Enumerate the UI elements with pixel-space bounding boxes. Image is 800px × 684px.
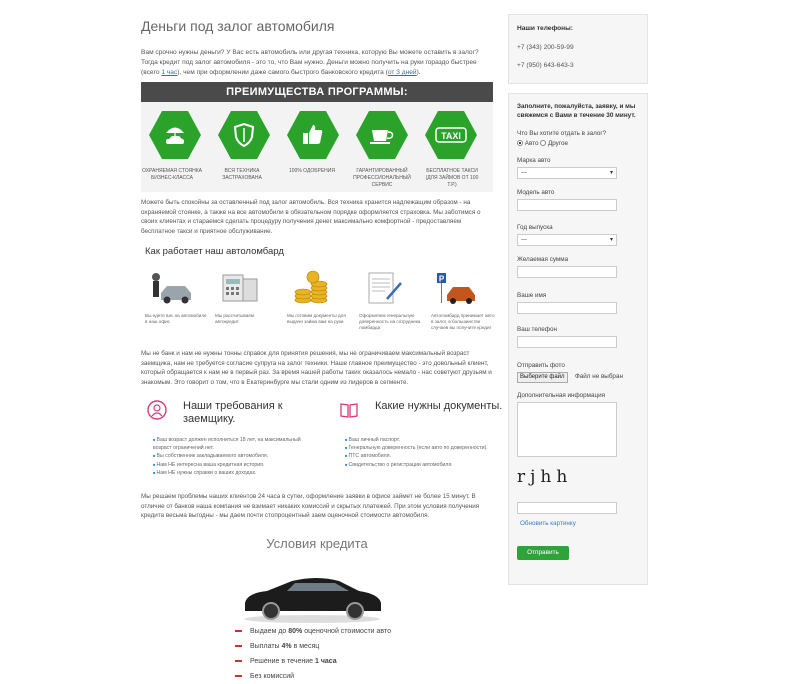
intro-part-3: ). <box>416 69 421 76</box>
how-it-works-steps: Вы едете вас на автомобиле в наш офис Мы… <box>141 269 495 339</box>
step-item: P Автоломбард принимает авто в залог, в … <box>427 269 495 331</box>
name-label: Ваше имя <box>517 292 547 299</box>
brand-label: Марка авто <box>517 157 551 164</box>
pledge-question-label: Что Вы хотите отдать в залог? <box>517 130 607 137</box>
calculator-icon <box>217 269 263 307</box>
pledge-options: Авто Другое <box>517 140 568 147</box>
documents-title: Какие нужны документы. <box>375 400 503 412</box>
radio-auto-label: Авто <box>524 140 539 147</box>
request-form: Заполните, пожалуйста, заявку, и мы свяж… <box>508 93 648 585</box>
intro-part-2: ), чем при оформлении даже самого быстро… <box>177 69 388 76</box>
condition-item: Выплаты 4% в месяц <box>235 639 391 654</box>
list-item: Ваш личный паспорт. <box>345 436 488 444</box>
chevron-down-icon: ▾ <box>609 237 613 243</box>
step-item: Мы рассчитываем автокредит <box>211 269 279 325</box>
quick-paragraph: Мы решаем проблемы наших клиентов 24 час… <box>141 493 480 519</box>
car-owner-icon <box>147 269 193 307</box>
brand-select[interactable]: --- ▾ <box>517 167 617 179</box>
captcha-input[interactable] <box>517 502 617 514</box>
year-label: Год выпуска <box>517 224 553 231</box>
car-image <box>237 569 387 624</box>
phone-number[interactable]: +7 (343) 200-59-99 <box>517 44 639 51</box>
conditions-list: Выдаем до 80% оценочной стоимости авто В… <box>235 624 391 684</box>
step-caption: Автоломбард принимает авто в залог, в бо… <box>431 313 495 330</box>
condition-item: Выдаем до 80% оценочной стоимости авто <box>235 624 391 639</box>
phone-input[interactable] <box>517 336 617 348</box>
sum-input[interactable] <box>517 266 617 278</box>
captcha-image: rjhh <box>517 467 573 487</box>
choose-file-button[interactable]: Выберите файл <box>517 372 568 383</box>
advantage-caption: ОХРАНЯЕМАЯ СТОЯНКА БИЗНЕС-КЛАССА <box>142 168 202 181</box>
how-it-works-title: Как работает наш автоломбард <box>145 246 284 257</box>
phones-title: Наши телефоны: <box>517 25 573 32</box>
list-item: Ваш возраст должен исполниться 18 лет, н… <box>153 436 317 452</box>
refresh-captcha-link[interactable]: Обновить картинку <box>520 520 576 527</box>
parking-icon: P <box>433 269 479 307</box>
taxi-label: TAXI <box>441 131 461 141</box>
coffee-cup-icon <box>356 111 408 159</box>
list-item: Нам НЕ интересна ваша кредитная история. <box>153 461 317 469</box>
list-item: Вы собственник закладываемого автомобиля… <box>153 452 317 460</box>
list-item: Свидетельство о регистрации автомобиля. <box>345 461 488 469</box>
chevron-down-icon: ▾ <box>609 170 613 176</box>
intro-link-hour[interactable]: 1 час <box>161 69 177 76</box>
person-icon <box>147 400 167 420</box>
list-item: Генеральную доверенность (если авто по д… <box>345 444 488 452</box>
bank-paragraph: Мы не банк и нам не нужны тонны справок … <box>141 350 492 386</box>
list-item: Нам НЕ нужны справки о ваших доходах. <box>153 469 317 477</box>
phone-number[interactable]: +7 (950) 643-643-3 <box>517 62 639 69</box>
safety-paragraph: Можете быть спокойны за оставленный под … <box>141 199 481 235</box>
name-input[interactable] <box>517 302 617 314</box>
main-content: Деньги под залог автомобиля Вам срочно н… <box>141 14 502 680</box>
advantages-heading: ПРЕИМУЩЕСТВА ПРОГРАММЫ: <box>141 82 493 102</box>
conditions-title: Условия кредита <box>266 536 368 551</box>
radio-other-label: Другое <box>547 140 568 147</box>
advantages-banner: ПРЕИМУЩЕСТВА ПРОГРАММЫ: TAXI ОХРАНЯЕМАЯ … <box>141 82 493 192</box>
page-title: Деньги под залог автомобиля <box>141 18 335 34</box>
advantage-caption: ВСЯ ТЕХНИКА ЗАСТРАХОВАНА <box>222 168 262 181</box>
step-caption: Мы рассчитываем автокредит <box>215 313 255 324</box>
advantage-caption: БЕСПЛАТНОЕ ТАКСИ (ДЛЯ ЗАЙМОВ ОТ 100 Т.Р.… <box>425 168 479 188</box>
coins-icon <box>289 269 335 307</box>
step-item: Мы готовим документы для выдачи займа ва… <box>283 269 351 325</box>
step-caption: Мы готовим документы для выдачи займа ва… <box>287 313 346 324</box>
condition-item: Решение в течение 1 часа <box>235 654 391 669</box>
step-item: Оформляем генеральную доверенность на со… <box>355 269 423 331</box>
model-input[interactable] <box>517 199 617 211</box>
step-caption: Вы едете вас на автомобиле в наш офис <box>145 313 207 324</box>
step-caption: Оформляем генеральную доверенность на со… <box>359 313 421 330</box>
file-status: Файл не выбран <box>575 373 623 380</box>
intro-link-days[interactable]: от 3 дней <box>388 69 417 76</box>
intro-text: Вам срочно нужны деньги? У Вас есть авто… <box>141 48 493 78</box>
condition-item: Без комиссий <box>235 669 391 684</box>
submit-button[interactable]: Отправить <box>517 546 569 560</box>
requirements-list: Ваш возраст должен исполниться 18 лет, н… <box>153 436 317 477</box>
form-heading: Заполните, пожалуйста, заявку, и мы свяж… <box>517 103 636 119</box>
list-item: ПТС автомобиля. <box>345 452 488 460</box>
year-select[interactable]: --- ▾ <box>517 234 617 246</box>
info-label: Дополнительная информация <box>517 392 606 399</box>
book-icon <box>339 400 359 420</box>
shield-icon <box>218 111 270 159</box>
phones-panel: Наши телефоны: +7 (343) 200-59-99 +7 (95… <box>508 14 648 84</box>
phone-label: Ваш телефон <box>517 326 557 333</box>
radio-auto[interactable] <box>517 140 523 147</box>
radio-other[interactable] <box>540 140 547 147</box>
parking-letter: P <box>439 275 445 284</box>
document-pen-icon <box>361 269 407 307</box>
sum-label: Желаемая сумма <box>517 256 569 263</box>
photo-label: Отправить фото <box>517 362 565 369</box>
advantage-caption: 100% ОДОБРЕНИЯ <box>289 168 335 174</box>
model-label: Модель авто <box>517 189 555 196</box>
advantage-caption: ГАРАНТИРОВАННЫЙ ПРОФЕССИОНАЛЬНЫЙ СЕРВИС <box>353 168 411 188</box>
requirements-title: Наши требования к заемщику. <box>183 400 283 425</box>
taxi-icon: TAXI <box>425 111 477 159</box>
info-textarea[interactable] <box>517 402 617 457</box>
step-item: Вы едете вас на автомобиле в наш офис <box>141 269 209 325</box>
documents-list: Ваш личный паспорт. Генеральную доверенн… <box>345 436 488 469</box>
thumbs-up-icon <box>287 111 339 159</box>
umbrella-car-icon <box>149 111 201 159</box>
